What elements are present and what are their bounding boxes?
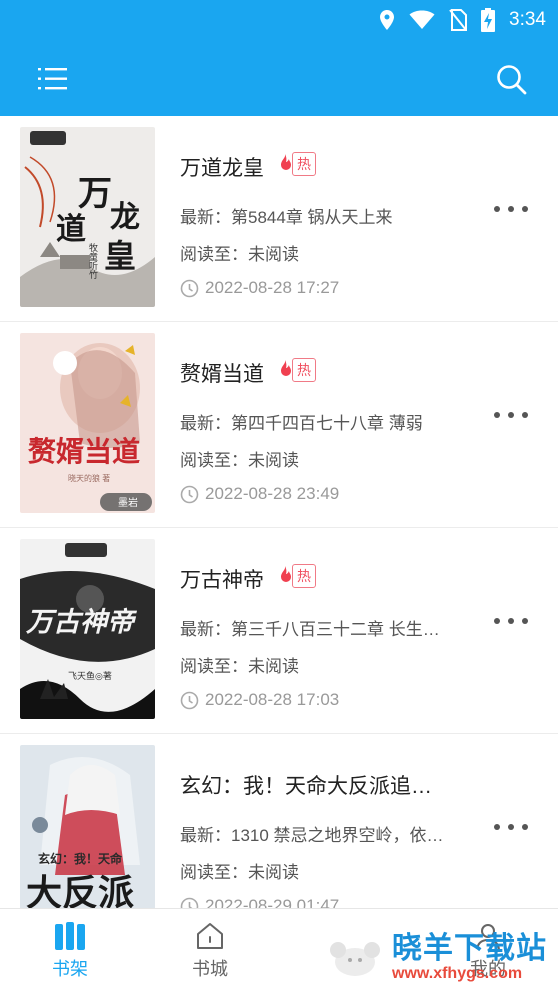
clock-icon	[180, 691, 199, 709]
book-title[interactable]: 万道龙皇	[180, 152, 264, 182]
book-cover[interactable]: 万 道 龙 皇 牧童听竹	[20, 127, 155, 307]
clock-icon	[180, 279, 199, 297]
search-icon	[497, 65, 527, 95]
clock-icon	[180, 897, 199, 908]
update-time-text: 2022-08-28 17:03	[205, 690, 340, 709]
reading-progress: 阅读至：未阅读	[180, 657, 299, 676]
more-dot	[508, 412, 514, 418]
watermark: 晓羊下载站 www.xfhygs.com	[326, 922, 558, 993]
app-bar	[0, 40, 558, 116]
book-cover[interactable]: 玄幻：我！天命 大反派	[20, 745, 155, 908]
svg-text:玄幻：我！天命: 玄幻：我！天命	[38, 851, 123, 866]
menu-button[interactable]	[36, 62, 72, 96]
watermark-title: 晓羊下载站	[392, 931, 547, 965]
tab-bookshelf[interactable]: 书架	[0, 909, 140, 993]
more-dot	[522, 412, 528, 418]
reading-progress: 阅读至：未阅读	[180, 451, 299, 470]
status-time: 3:34	[509, 9, 546, 30]
wifi-icon	[409, 10, 435, 29]
update-time-text: 2022-08-28 23:49	[205, 484, 340, 503]
book-title[interactable]: 赘婿当道	[180, 358, 264, 388]
latest-chapter: 最新：第三千八百三十二章 长生…	[180, 620, 440, 639]
status-icons: 3:34	[379, 7, 546, 33]
book-cover[interactable]: 万古神帝 飞天鱼◎著	[20, 539, 155, 719]
cover-art: 玄幻：我！天命 大反派	[20, 745, 155, 908]
book-item[interactable]: 赘婿当道 晓天的狼 著 墨岩 赘婿当道 热 最新：第四千四百七十八章 薄弱 阅读…	[0, 322, 558, 528]
more-dot	[522, 824, 528, 830]
more-dot	[494, 824, 500, 830]
battery-charging-icon	[481, 8, 496, 32]
reading-progress: 阅读至：未阅读	[180, 245, 299, 264]
clock-icon	[180, 485, 199, 503]
more-button[interactable]	[494, 407, 528, 423]
home-icon	[197, 923, 223, 949]
update-time: 2022-08-28 17:03	[180, 690, 339, 710]
search-button[interactable]	[494, 62, 528, 96]
book-list: 万 道 龙 皇 牧童听竹 万道龙皇 热 最新：第5844章 锅从天上来 阅读至：…	[0, 116, 558, 908]
hot-badge: 热	[276, 358, 316, 382]
location-icon	[380, 10, 395, 30]
tab-label: 书城	[192, 959, 228, 979]
more-dot	[522, 206, 528, 212]
more-button[interactable]	[494, 201, 528, 217]
hot-badge: 热	[276, 152, 316, 176]
more-dot	[508, 824, 514, 830]
hot-badge: 热	[276, 564, 316, 588]
tab-bookstore[interactable]: 书城	[140, 909, 280, 993]
cover-art: 赘婿当道 晓天的狼 著 墨岩	[20, 333, 155, 513]
more-dot	[522, 618, 528, 624]
bookshelf-icon	[55, 922, 85, 950]
update-time-text: 2022-08-28 17:27	[205, 278, 340, 297]
svg-text:龙: 龙	[110, 200, 140, 235]
more-dot	[494, 412, 500, 418]
cover-author-text: 墨岩	[118, 496, 138, 509]
reading-progress: 阅读至：未阅读	[180, 863, 299, 882]
latest-chapter: 最新：第5844章 锅从天上来	[180, 208, 393, 227]
status-bar: 3:34	[0, 0, 558, 40]
no-sim-icon	[449, 9, 468, 31]
svg-text:牧童听竹: 牧童听竹	[87, 242, 98, 280]
watermark-url: www.xfhygs.com	[392, 964, 523, 982]
svg-text:皇: 皇	[104, 237, 136, 275]
more-dot	[494, 206, 500, 212]
latest-chapter: 最新：第四千四百七十八章 薄弱	[180, 414, 423, 433]
svg-text:晓天的狼 著: 晓天的狼 著	[68, 473, 110, 483]
menu-icon	[38, 68, 67, 90]
svg-text:万古神帝: 万古神帝	[25, 607, 138, 638]
book-item[interactable]: 万 道 龙 皇 牧童听竹 万道龙皇 热 最新：第5844章 锅从天上来 阅读至：…	[0, 116, 558, 322]
more-dot	[508, 618, 514, 624]
cover-art: 万古神帝 飞天鱼◎著	[20, 539, 155, 719]
cover-title-text: 万	[78, 174, 112, 214]
update-time: 2022-08-28 17:27	[180, 278, 339, 298]
more-dot	[508, 206, 514, 212]
svg-text:道: 道	[56, 212, 86, 247]
update-time-text: 2022-08-29 01:47	[205, 896, 340, 908]
update-time: 2022-08-29 01:47	[180, 896, 339, 908]
sheep-logo-icon	[330, 941, 380, 976]
cover-title-text: 大反派	[26, 872, 134, 908]
book-item[interactable]: 玄幻：我！天命 大反派 玄幻：我！天命大反派追… 最新：1310 禁忌之地界空岭…	[0, 734, 558, 908]
book-title[interactable]: 万古神帝	[180, 564, 264, 594]
book-cover[interactable]: 赘婿当道 晓天的狼 著 墨岩	[20, 333, 155, 513]
more-button[interactable]	[494, 613, 528, 629]
book-title[interactable]: 玄幻：我！天命大反派追…	[180, 770, 432, 800]
update-time: 2022-08-28 23:49	[180, 484, 339, 504]
more-dot	[494, 618, 500, 624]
book-item[interactable]: 万古神帝 飞天鱼◎著 万古神帝 热 最新：第三千八百三十二章 长生… 阅读至：未…	[0, 528, 558, 734]
tab-label: 书架	[52, 959, 88, 979]
latest-chapter: 最新：1310 禁忌之地界空岭，依…	[180, 826, 444, 845]
svg-text:赘婿当道: 赘婿当道	[28, 435, 140, 468]
cover-art: 万 道 龙 皇 牧童听竹	[20, 127, 155, 307]
cover-author-text: 飞天鱼◎著	[68, 670, 112, 682]
more-button[interactable]	[494, 819, 528, 835]
